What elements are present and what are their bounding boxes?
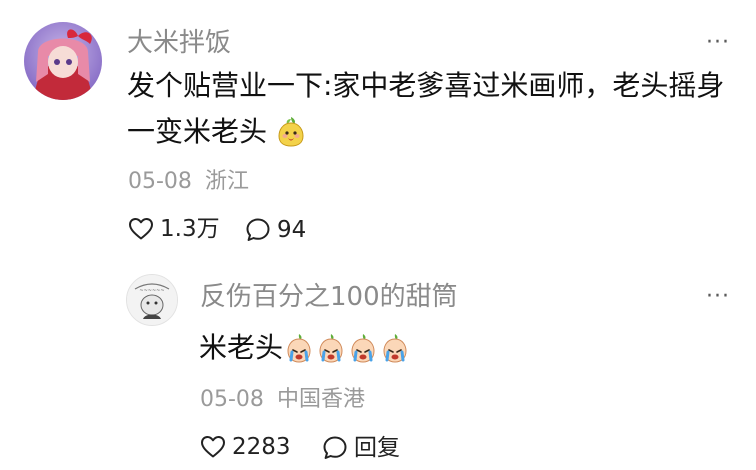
reply-meta: 05-08 中国香港: [200, 389, 365, 411]
like-count: 1.3万: [160, 215, 220, 242]
crying-face-emoji-icon: [349, 331, 377, 377]
reply-like-button[interactable]: 2283: [200, 435, 291, 459]
username[interactable]: 大米拌饭: [127, 30, 231, 56]
pear-face-emoji-icon: [276, 115, 306, 161]
reply-username[interactable]: 反伤百分之100的甜筒: [200, 284, 458, 310]
reply-date: 05-08: [200, 387, 264, 412]
comment-text-line-2-text: 一变米老头: [127, 115, 268, 148]
reply-like-count: 2283: [232, 433, 291, 460]
reply-button[interactable]: 回复: [322, 435, 400, 461]
heart-outline-icon: [201, 436, 225, 458]
comment-button[interactable]: 94: [245, 217, 306, 243]
chat-bubble-icon: [246, 218, 270, 241]
crying-face-emoji-icon: [285, 331, 313, 377]
heart-outline-icon: [129, 218, 153, 240]
reply-text-content: 米老头: [199, 331, 284, 364]
comment-count: 94: [277, 216, 307, 243]
avatar-image: [24, 22, 102, 100]
comment-location: 浙江: [204, 169, 249, 194]
crying-face-emoji-icon: [317, 331, 345, 377]
more-options-button[interactable]: ···: [706, 32, 730, 54]
reply-location: 中国香港: [276, 387, 365, 412]
reply-text: 米老头: [199, 325, 409, 377]
comment-meta: 05-08 浙江: [128, 171, 249, 193]
avatar[interactable]: [24, 22, 102, 100]
comment-date: 05-08: [128, 169, 192, 194]
comment-text-line-2: 一变米老头: [127, 109, 747, 161]
svg-text:~~~~~~: ~~~~~~: [139, 288, 164, 294]
crying-face-emoji-icon: [381, 331, 409, 377]
reply-avatar[interactable]: ~~~~~~: [126, 274, 178, 326]
reply-avatar-image: ~~~~~~: [127, 275, 177, 325]
chat-bubble-icon: [323, 436, 347, 459]
comment-text-line-1: 发个贴营业一下:家中老爹喜过米画师，老头摇身: [127, 69, 725, 102]
comment-text: 发个贴营业一下:家中老爹喜过米画师，老头摇身 一变米老头: [127, 63, 747, 161]
reply-label: 回复: [354, 434, 400, 461]
reply-more-options-button[interactable]: ···: [706, 286, 730, 308]
like-button[interactable]: 1.3万: [128, 217, 220, 241]
